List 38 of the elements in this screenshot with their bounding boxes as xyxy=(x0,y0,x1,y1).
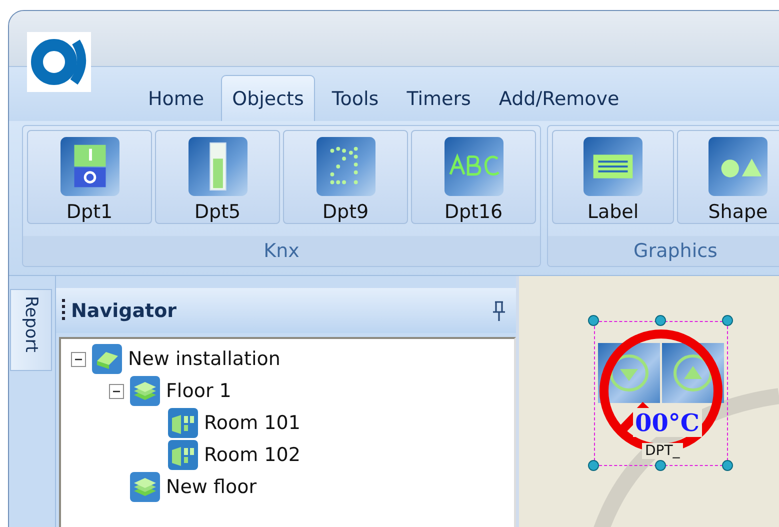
pin-icon[interactable] xyxy=(492,300,506,322)
layers-icon xyxy=(130,376,160,406)
ribbon-tab[interactable]: Home xyxy=(137,75,216,121)
panel-title: Navigator xyxy=(71,300,178,322)
ribbon-button[interactable]: Label xyxy=(552,130,674,224)
side-tab[interactable]: Report xyxy=(10,289,52,371)
dot-digits-icon xyxy=(316,137,376,196)
tree-item[interactable]: New installation xyxy=(128,348,280,370)
ribbon-button[interactable]: Dpt16 xyxy=(411,130,536,224)
temperature-value: 00°C xyxy=(633,408,702,437)
widget-caption: DPT_ xyxy=(642,443,683,459)
ribbon-button[interactable]: Dpt9 xyxy=(283,130,408,224)
level-bar-icon xyxy=(188,137,248,196)
group-label: Knx xyxy=(23,236,540,266)
ribbon-button[interactable]: Shape xyxy=(677,130,779,224)
ribbon-tab[interactable]: Tools xyxy=(320,75,390,121)
layers-icon xyxy=(130,472,160,502)
ribbon-button[interactable]: Dpt5 xyxy=(155,130,280,224)
collapse-button[interactable] xyxy=(71,352,86,366)
app-logo-icon[interactable] xyxy=(27,32,91,92)
door-icon xyxy=(168,440,198,470)
collapse-button[interactable] xyxy=(109,384,124,398)
shapes-icon xyxy=(708,137,768,196)
tree-item[interactable]: Floor 1 xyxy=(166,380,232,402)
eraser-block-icon xyxy=(92,344,122,374)
ribbon-tab[interactable]: Timers xyxy=(396,75,482,121)
label-lines-icon xyxy=(583,137,643,196)
text-abc-icon xyxy=(444,137,504,196)
grip-icon xyxy=(62,298,65,322)
ribbon-tab[interactable]: Objects xyxy=(221,75,315,121)
door-icon xyxy=(168,408,198,438)
tree-item[interactable]: New floor xyxy=(166,476,257,498)
ribbon-button[interactable]: Dpt1 xyxy=(27,130,152,224)
group-label: Graphics xyxy=(548,236,779,266)
tree-item[interactable]: Room 102 xyxy=(204,444,300,466)
switch-icon xyxy=(60,137,120,196)
ribbon-tab[interactable]: Add/Remove xyxy=(488,75,630,121)
tree-item[interactable]: Room 101 xyxy=(204,412,300,434)
